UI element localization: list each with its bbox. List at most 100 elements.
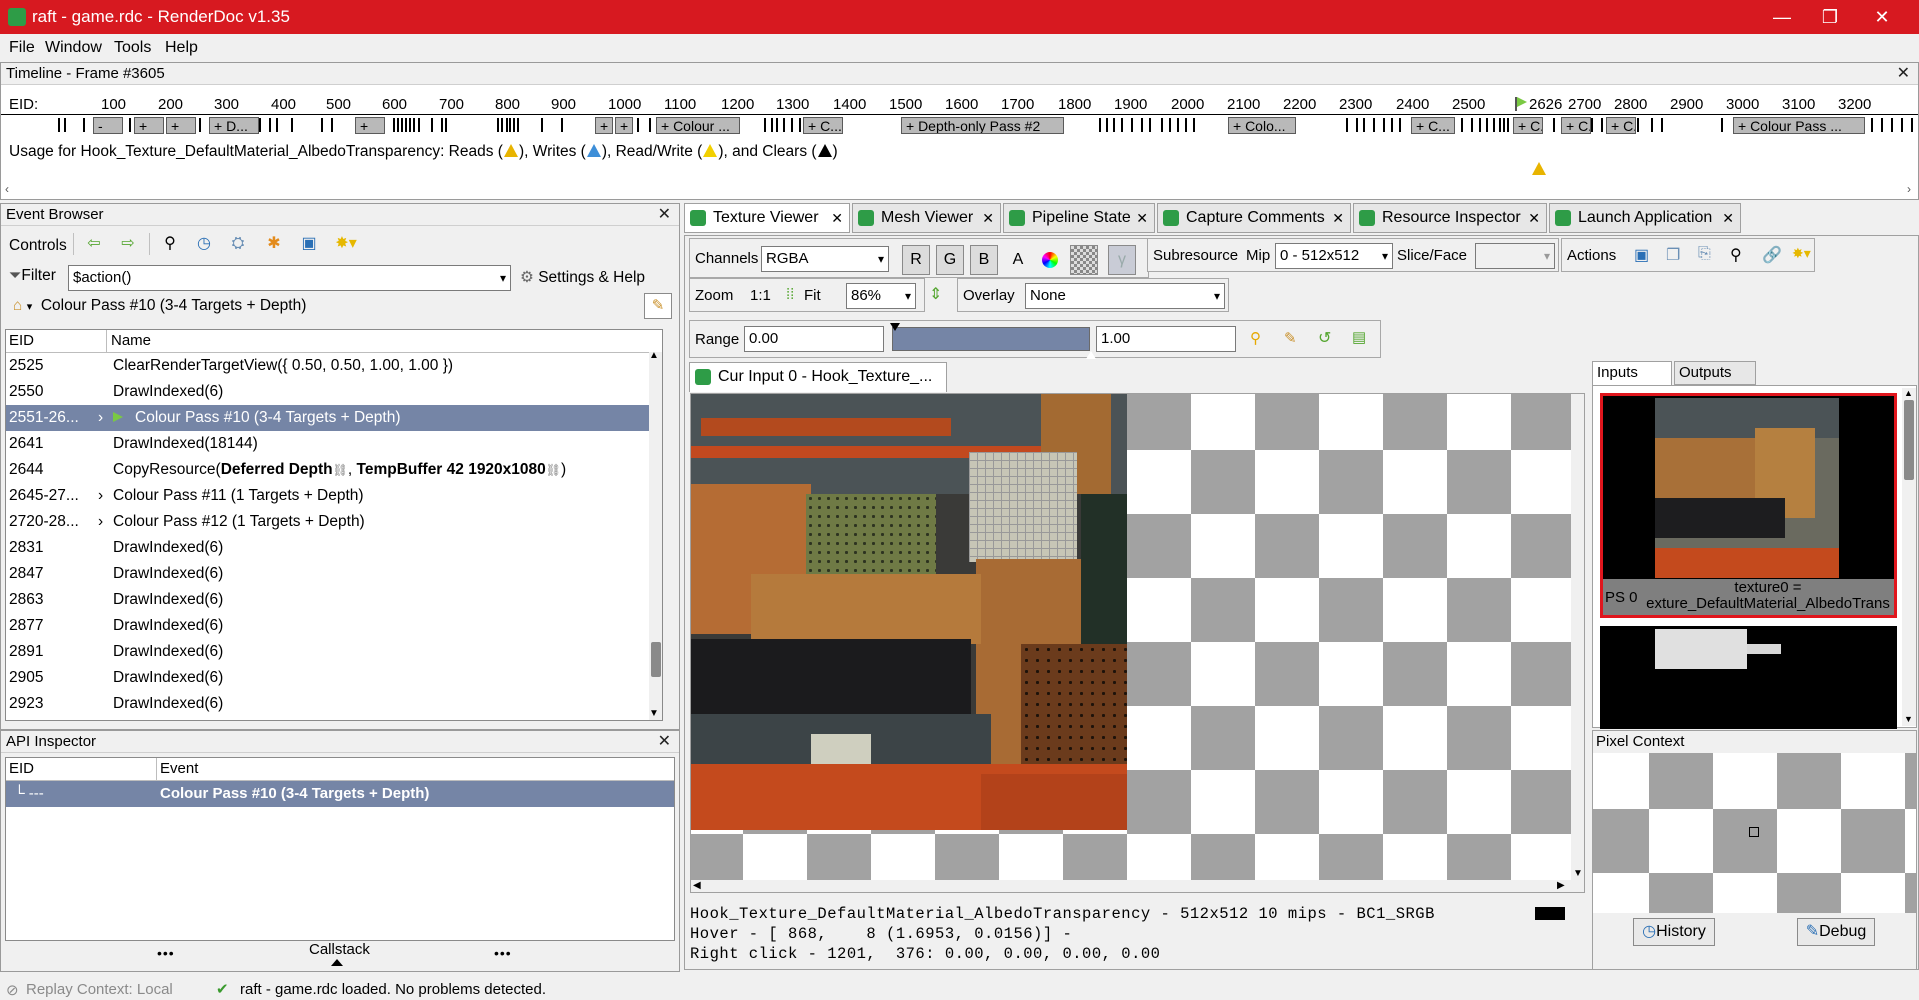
tab-texture-viewer[interactable]: Texture Viewer ✕ (684, 203, 850, 233)
reset-range-icon[interactable]: ↺ (1318, 328, 1331, 348)
zoom-select[interactable]: 86% ▾ (846, 283, 916, 309)
close-tab-icon[interactable]: ✕ (831, 204, 843, 232)
expand-chevron-icon[interactable]: › (98, 483, 103, 509)
debug-button[interactable]: ✎Debug (1797, 918, 1875, 946)
timeline-section[interactable]: + Colo... (1228, 117, 1296, 134)
timeline-section[interactable]: + (595, 117, 613, 134)
copy-resource-src[interactable]: Deferred Depth (221, 461, 333, 478)
goto-eid-icon[interactable]: ⛭ (227, 233, 249, 255)
close-tab-icon[interactable]: ✕ (1528, 204, 1540, 232)
find-icon[interactable]: ⚲ (1730, 245, 1742, 265)
open-icon[interactable]: ⎘ (1698, 245, 1711, 263)
fit-button[interactable]: Fit (804, 287, 821, 304)
zoom-1to1-button[interactable]: 1:1 (750, 287, 771, 304)
scroll-thumb[interactable] (651, 642, 661, 677)
expand-chevron-icon[interactable]: › (98, 509, 103, 535)
timeline-section[interactable]: + C... (1411, 117, 1455, 134)
tab-outputs[interactable]: Outputs (1674, 361, 1756, 385)
api-inspector-close-icon[interactable]: ✕ (658, 731, 671, 753)
timing-clock-icon[interactable]: ◷ (193, 233, 215, 255)
range-histogram-slider[interactable] (892, 327, 1090, 351)
tab-resource-inspector[interactable]: Resource Inspector ✕ (1353, 203, 1547, 233)
viewport-vertical-scrollbar[interactable]: ▼ (1571, 394, 1584, 892)
find-icon[interactable]: ⚲ (159, 233, 181, 255)
table-row[interactable]: 2891 DrawIndexed(6) (6, 639, 662, 665)
checkerboard-toggle-icon[interactable] (1070, 245, 1098, 275)
timeline-section[interactable]: + (166, 117, 196, 134)
column-event[interactable]: Event (160, 758, 198, 780)
link-icon[interactable]: ⛓ (546, 463, 561, 477)
breadcrumb[interactable]: ⌂ ▾ Colour Pass #10 (3-4 Targets + Depth… (13, 297, 306, 315)
save-icon[interactable]: ▣ (298, 233, 320, 255)
settings-help-button[interactable]: ⚙ Settings & Help (520, 268, 645, 287)
close-tab-icon[interactable]: ✕ (1332, 204, 1344, 232)
timeline-section[interactable]: - (93, 117, 123, 134)
previous-event-icon[interactable]: ⇦ (83, 233, 105, 255)
overlay-select[interactable]: None ▾ (1025, 283, 1225, 309)
timeline-section[interactable]: + C... (1513, 117, 1543, 134)
next-event-icon[interactable]: ⇨ (117, 233, 139, 255)
flip-vertical-icon[interactable]: ⇕ (929, 284, 942, 304)
table-row[interactable]: 2641 DrawIndexed(18144) (6, 431, 662, 457)
image-tab-cur-input[interactable]: Cur Input 0 - Hook_Texture_... (689, 362, 947, 392)
scroll-left-icon[interactable]: ‹ (5, 182, 9, 196)
timeline-section[interactable]: + D... (209, 117, 259, 134)
table-row[interactable]: 2720-28... › Colour Pass #12 (1 Targets + … (6, 509, 662, 535)
save-texture-icon[interactable]: ▣ (1634, 245, 1649, 265)
timeline-section[interactable]: + (134, 117, 164, 134)
color-wheel-icon[interactable] (1042, 252, 1058, 268)
auto-fit-icon[interactable]: ✎ (1284, 329, 1297, 347)
gamma-toggle[interactable]: γ (1108, 245, 1136, 275)
tab-capture-comments[interactable]: Capture Comments ✕ (1157, 203, 1351, 233)
settings-star-icon[interactable]: ✸▾ (1792, 245, 1811, 262)
tab-launch-application[interactable]: Launch Application ✕ (1549, 203, 1741, 233)
range-max-input[interactable]: 1.00 (1096, 326, 1236, 352)
table-row[interactable]: 2525 ClearRenderTargetView({ 0.50, 0.50, … (6, 353, 662, 379)
minimize-button[interactable]: — (1762, 4, 1802, 30)
timeline-section[interactable]: + Colour ... (656, 117, 740, 134)
table-row[interactable]: 2551-26... › Colour Pass #10 (3-4 Targets … (6, 405, 662, 431)
menu-window[interactable]: Window (45, 39, 102, 57)
texture-viewport[interactable]: ▼ ◀ ▶ (690, 393, 1585, 893)
menu-tools[interactable]: Tools (114, 39, 151, 57)
menu-file[interactable]: File (9, 39, 35, 57)
timeline-section[interactable]: + Depth-only Pass #2 (901, 117, 1064, 134)
event-scrollbar[interactable]: ▲ ▼ (649, 350, 662, 720)
callstack-dots-right[interactable]: ••• (494, 945, 512, 961)
table-row[interactable]: 2905 DrawIndexed(6) (6, 665, 662, 691)
replay-context-label[interactable]: Replay Context: Local (26, 981, 173, 998)
timeline-close-icon[interactable]: ✕ (1897, 63, 1910, 85)
viewport-horizontal-scrollbar[interactable]: ◀ ▶ (691, 880, 1571, 892)
tab-mesh-viewer[interactable]: Mesh Viewer ✕ (852, 203, 1001, 233)
slice-face-select[interactable]: ▾ (1475, 243, 1555, 269)
zoom-range-icon[interactable]: ⚲ (1250, 329, 1261, 347)
table-row[interactable]: 2877 DrawIndexed(6) (6, 613, 662, 639)
expand-chevron-icon[interactable]: › (98, 405, 103, 431)
tab-inputs[interactable]: Inputs (1592, 361, 1672, 385)
menu-help[interactable]: Help (165, 39, 198, 57)
table-row[interactable]: 2847 DrawIndexed(6) (6, 561, 662, 587)
range-min-input[interactable]: 0.00 (744, 326, 884, 352)
thumbnail-texture0[interactable]: PS 0 texture0 = exture_DefaultMaterial_A… (1600, 393, 1897, 618)
range-max-handle-icon[interactable] (1086, 351, 1096, 359)
highlight-options-icon[interactable]: ✸▾ (335, 233, 357, 255)
histogram-icon[interactable]: ▤ (1352, 328, 1366, 346)
callstack-dots-left[interactable]: ••• (157, 945, 175, 961)
channel-a-toggle[interactable]: A (1004, 245, 1032, 275)
timeline-section[interactable]: + C... (1606, 117, 1636, 134)
timeline-section[interactable]: + Colour Pass ... (1733, 117, 1865, 134)
table-row[interactable]: 2831 DrawIndexed(6) (6, 535, 662, 561)
timeline-section[interactable]: + C... (1561, 117, 1591, 134)
range-min-handle-icon[interactable] (890, 323, 900, 331)
close-window-button[interactable]: ✕ (1862, 4, 1902, 30)
thumb-scrollbar[interactable]: ▲ ▼ (1902, 388, 1916, 726)
close-tab-icon[interactable]: ✕ (982, 204, 994, 232)
edit-bookmark-icon[interactable]: ✎ (644, 293, 672, 319)
table-row[interactable]: 2644 CopyResource(Deferred Depth⛓, TempBu… (6, 457, 662, 483)
link-icon[interactable]: 🔗 (1762, 245, 1782, 265)
fit-icon[interactable]: ⁞⁞ (786, 286, 794, 303)
channels-select[interactable]: RGBA ▾ (761, 246, 889, 272)
bookmark-icon[interactable]: ✱ (263, 233, 285, 255)
scroll-right-icon[interactable]: › (1907, 182, 1911, 196)
timeline-section[interactable]: + (615, 117, 633, 134)
